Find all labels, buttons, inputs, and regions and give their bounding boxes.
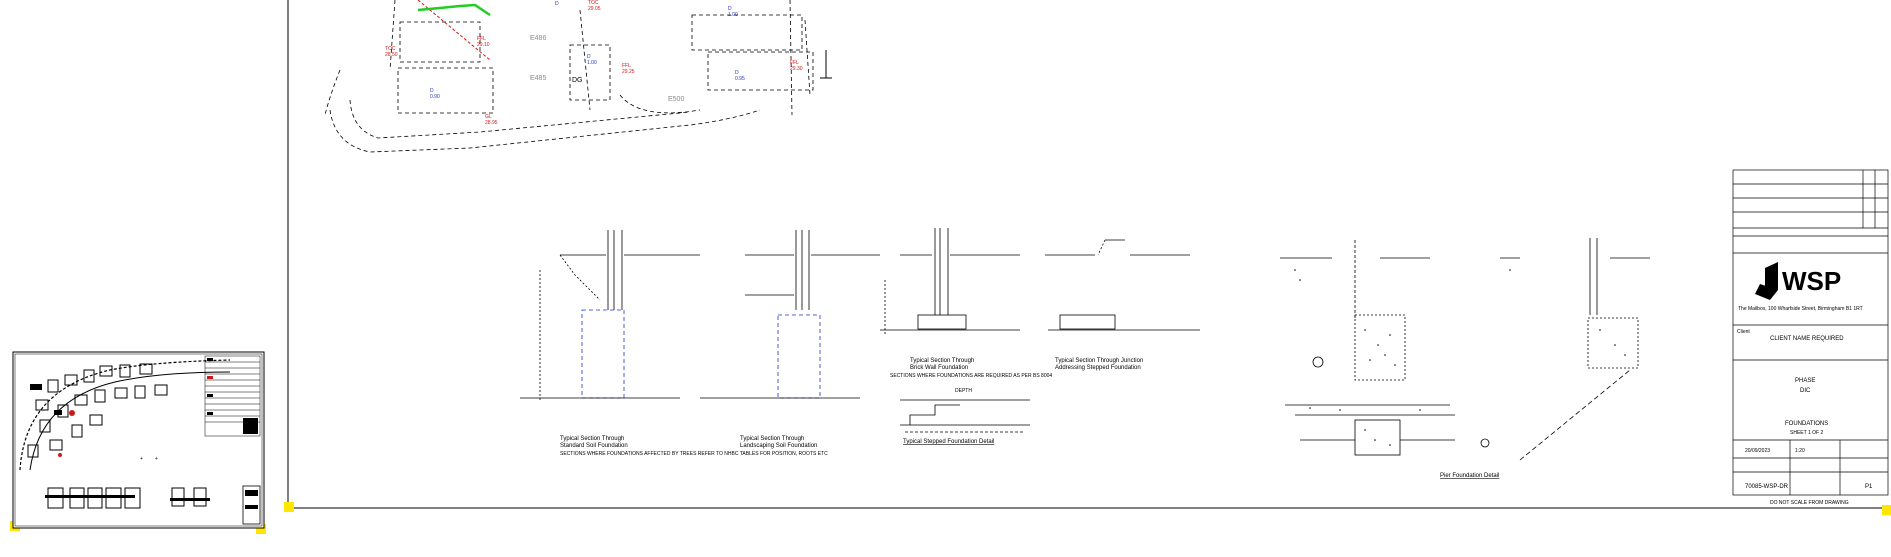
drawing-subtitle: SHEET 1 OF 2: [1790, 430, 1823, 436]
detail-title: Typical Stepped Foundation Detail: [903, 439, 994, 445]
drawing-number: 70085-WSP-DR: [1745, 484, 1789, 490]
site-plan-labels: E486 E485 E500 DG TOC28.50 FFL29.10 FFL2…: [385, 0, 803, 126]
detail-caption: Brick Wall Foundation: [910, 365, 968, 371]
foundation-details: [520, 228, 1650, 461]
resize-handle[interactable]: [1882, 505, 1891, 515]
revision: P1: [1865, 484, 1873, 490]
sheet-frame: [287, 0, 1888, 509]
svg-text:28.50: 28.50: [385, 52, 398, 58]
plot-label: E500: [668, 96, 684, 103]
plot-label: DG: [572, 77, 583, 84]
drawing-canvas: + + E486 E485 E500 DG TOC28.50 FFL29.10 …: [10, 0, 1891, 534]
selection-handles[interactable]: [10, 502, 1891, 534]
svg-text:1.00: 1.00: [728, 12, 738, 18]
detail-caption: Typical Section Through: [560, 436, 624, 442]
drawing-type: CLIENT NAME REQUIRED: [1770, 336, 1844, 342]
plot-label: E486: [530, 35, 546, 42]
svg-text:29.05: 29.05: [588, 6, 601, 12]
plot-label: E485: [530, 75, 546, 82]
detail-title: Pier Foundation Detail: [1440, 473, 1499, 479]
sheet-thumbnail[interactable]: + +: [12, 351, 265, 529]
company-name: WSP: [1782, 266, 1841, 296]
svg-text:29.25: 29.25: [622, 69, 635, 75]
drawing-title: FOUNDATIONS: [1785, 421, 1828, 427]
client-label: Client: [1737, 329, 1750, 335]
svg-text:0.90: 0.90: [430, 94, 440, 100]
svg-text:0.95: 0.95: [735, 76, 745, 82]
project-line: PHASE: [1795, 378, 1815, 384]
detail-caption: Typical Section Through: [740, 436, 804, 442]
svg-text:29.10: 29.10: [477, 42, 490, 48]
project-line: DIC: [1800, 388, 1811, 394]
detail-caption: Addressing Stepped Foundation: [1055, 365, 1141, 371]
scale-value: 1:20: [1795, 448, 1805, 454]
svg-text:D: D: [555, 1, 559, 7]
detail-note: SECTIONS WHERE FOUNDATIONS ARE REQUIRED …: [890, 373, 1052, 379]
date-value: 20/09/2023: [1745, 448, 1770, 454]
title-block-text: The Mailbox, 100 Wharfside Street, Birmi…: [1737, 306, 1873, 506]
svg-text:+: +: [155, 456, 158, 462]
detail-captions: Typical Section Through Standard Soil Fo…: [560, 358, 1499, 479]
wsp-logo: WSP: [1755, 262, 1841, 300]
svg-text:+: +: [140, 456, 143, 462]
detail-caption: Standard Soil Foundation: [560, 443, 628, 449]
svg-text:28.95: 28.95: [485, 120, 498, 126]
detail-caption: Typical Section Through: [910, 358, 974, 364]
title-block: [1732, 169, 1889, 496]
detail-caption: Landscaping Soil Foundation: [740, 443, 817, 449]
concrete-hatch: [1294, 269, 1626, 446]
svg-text:29.30: 29.30: [790, 66, 803, 72]
detail-note: SECTIONS WHERE FOUNDATIONS AFFECTED BY T…: [560, 451, 828, 457]
svg-text:1.00: 1.00: [587, 60, 597, 66]
resize-handle[interactable]: [284, 502, 294, 512]
detail-note: DEPTH: [955, 388, 972, 394]
footer-note: DO NOT SCALE FROM DRAWING: [1770, 500, 1849, 506]
detail-caption: Typical Section Through Junction: [1055, 358, 1143, 364]
company-address: The Mailbox, 100 Wharfside Street, Birmi…: [1738, 306, 1863, 312]
